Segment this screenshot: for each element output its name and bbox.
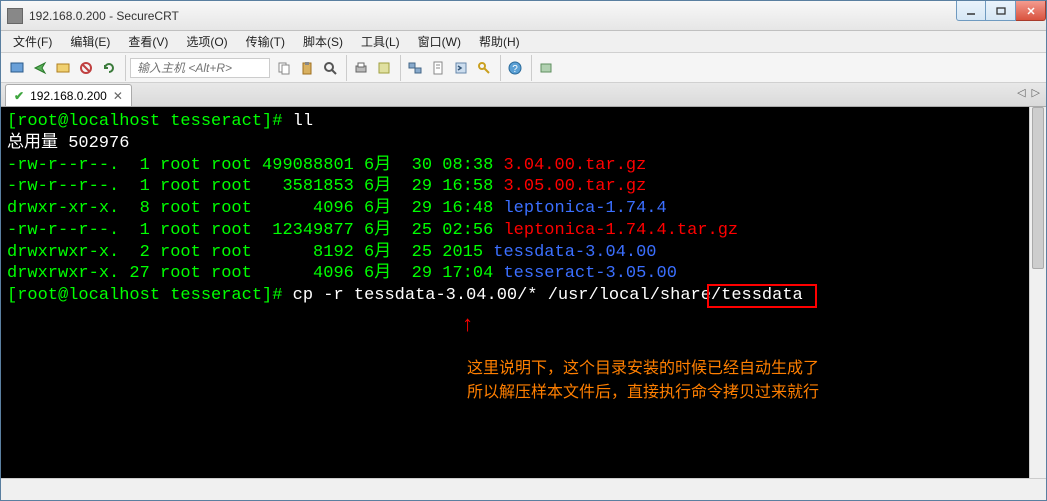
app-window: 192.168.0.200 - SecureCRT 文件(F) 编辑(E) 查看… (0, 0, 1047, 501)
toolbar-group-4 (405, 55, 501, 81)
toolbar-group-2 (274, 55, 347, 81)
title-bar[interactable]: 192.168.0.200 - SecureCRT (1, 1, 1046, 31)
connected-icon: ✔ (14, 89, 24, 103)
log-icon[interactable] (428, 58, 448, 78)
tab-label: 192.168.0.200 (30, 89, 107, 103)
tab-next-icon[interactable]: ▷ (1032, 86, 1040, 99)
session-tab[interactable]: ✔ 192.168.0.200 ✕ (5, 84, 132, 106)
toolbar-group-6 (536, 55, 562, 81)
minimize-button[interactable] (956, 1, 986, 21)
menu-tools[interactable]: 工具(L) (361, 33, 400, 50)
tab-close-icon[interactable]: ✕ (113, 89, 123, 103)
find-icon[interactable] (320, 58, 340, 78)
note-line-2: 所以解压样本文件后，直接执行命令拷贝过来就行 (467, 381, 819, 405)
annotation-box (707, 284, 817, 308)
help-icon[interactable]: ? (505, 58, 525, 78)
minimize-icon (966, 6, 976, 16)
menu-options[interactable]: 选项(O) (186, 33, 227, 50)
close-icon (1026, 6, 1036, 16)
extra-icon[interactable] (536, 58, 556, 78)
menu-script[interactable]: 脚本(S) (303, 33, 343, 50)
tab-prev-icon[interactable]: ◁ (1017, 86, 1025, 99)
app-icon (7, 8, 23, 24)
window-title: 192.168.0.200 - SecureCRT (29, 9, 179, 23)
options-icon[interactable] (374, 58, 394, 78)
sessions-icon[interactable] (405, 58, 425, 78)
maximize-icon (996, 6, 1006, 16)
session-icon[interactable] (53, 58, 73, 78)
annotation-note: 这里说明下，这个目录安装的时候已经自动生成了 所以解压样本文件后，直接执行命令拷… (467, 357, 819, 405)
toolbar-group-3 (351, 55, 401, 81)
quick-connect-icon[interactable] (30, 58, 50, 78)
close-button[interactable] (1016, 1, 1046, 21)
window-controls (956, 1, 1046, 21)
note-line-1: 这里说明下，这个目录安装的时候已经自动生成了 (467, 357, 819, 381)
menu-window[interactable]: 窗口(W) (418, 33, 461, 50)
print-icon[interactable] (351, 58, 371, 78)
menu-transfer[interactable]: 传输(T) (246, 33, 285, 50)
menu-view[interactable]: 查看(V) (128, 33, 168, 50)
reconnect-icon[interactable] (99, 58, 119, 78)
tab-nav: ◁ ▷ (1017, 86, 1040, 99)
host-input[interactable] (130, 58, 270, 78)
annotation-arrow: ↑ (461, 312, 474, 340)
maximize-button[interactable] (986, 1, 1016, 21)
menu-help[interactable]: 帮助(H) (479, 33, 520, 50)
menu-bar: 文件(F) 编辑(E) 查看(V) 选项(O) 传输(T) 脚本(S) 工具(L… (1, 31, 1046, 53)
menu-edit[interactable]: 编辑(E) (70, 33, 110, 50)
tab-bar: ✔ 192.168.0.200 ✕ ◁ ▷ (1, 83, 1046, 107)
status-bar (1, 478, 1046, 500)
svg-text:?: ? (512, 64, 518, 75)
terminal-content: [root@localhost tesseract]# ll总用量 502976… (7, 111, 1040, 307)
paste-icon[interactable] (297, 58, 317, 78)
terminal-scrollbar[interactable] (1029, 107, 1046, 478)
toolbar-group-5: ? (505, 55, 532, 81)
disconnect-icon[interactable] (76, 58, 96, 78)
toolbar: ? (1, 53, 1046, 83)
terminal[interactable]: [root@localhost tesseract]# ll总用量 502976… (1, 107, 1046, 478)
key-icon[interactable] (474, 58, 494, 78)
menu-file[interactable]: 文件(F) (13, 33, 52, 50)
connect-icon[interactable] (7, 58, 27, 78)
script-icon[interactable] (451, 58, 471, 78)
copy-icon[interactable] (274, 58, 294, 78)
toolbar-group-1 (7, 55, 126, 81)
